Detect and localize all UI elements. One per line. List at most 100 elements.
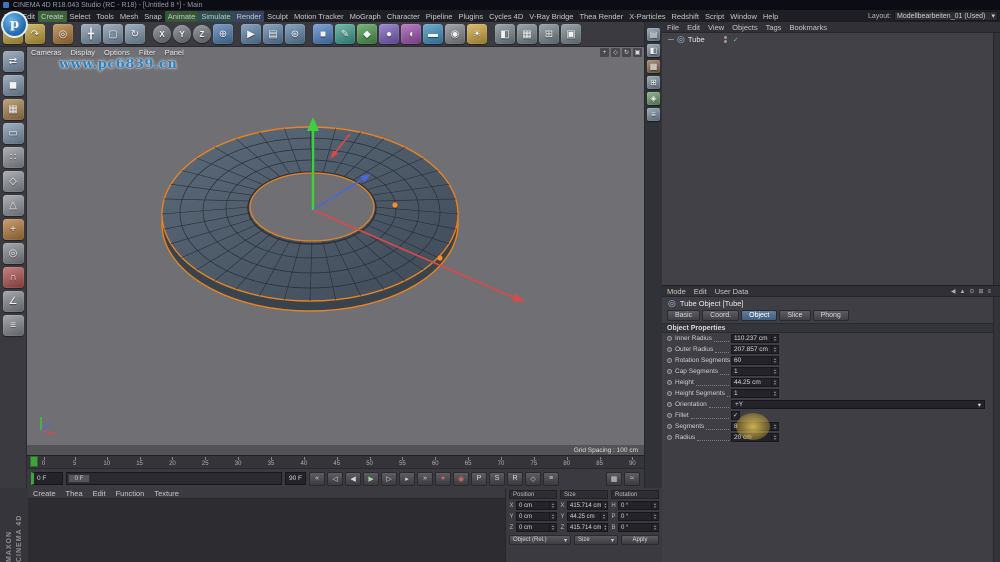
viewport-menu-item[interactable]: Cameras <box>31 48 61 57</box>
toolbar-icon[interactable] <box>47 24 51 44</box>
timeline-tick[interactable]: 20 <box>169 457 176 467</box>
parent-object-icon[interactable]: ▲ <box>959 289 965 295</box>
cube-primitive-icon[interactable]: ■ <box>313 24 333 44</box>
edges-mode-icon[interactable]: ◇ <box>2 171 24 192</box>
material-menu-item[interactable]: Thea <box>66 489 83 498</box>
property-number-field[interactable]: 207.857 cm ▴ ▾ <box>731 345 779 354</box>
spinner-icon[interactable]: ▴ ▾ <box>601 524 607 531</box>
property-number-field[interactable]: 1 ▴ ▾ <box>731 389 779 398</box>
attribute-tab[interactable]: Coord. <box>702 310 740 321</box>
spinner-icon[interactable]: ▴ ▾ <box>651 524 658 531</box>
menu-item[interactable]: Render <box>233 10 265 22</box>
enable-axis-icon[interactable]: + <box>2 219 24 240</box>
goto-start-button[interactable]: « <box>309 471 326 486</box>
spinner-icon[interactable]: ▴ ▾ <box>771 357 778 364</box>
spinner-icon[interactable]: ▴ ▾ <box>549 524 556 531</box>
record-pla-toggle[interactable]: ≡ <box>543 471 560 486</box>
lock-icon[interactable]: ⊙ <box>969 288 974 295</box>
camera-icon[interactable]: ◉ <box>445 24 465 44</box>
interactive-render-icon[interactable]: ▣ <box>561 24 581 44</box>
pen-spline-icon[interactable]: ✎ <box>335 24 355 44</box>
environment-icon[interactable]: ▬ <box>423 24 443 44</box>
menu-item[interactable]: Tools <box>93 11 117 22</box>
menu-item[interactable]: Pipeline <box>423 11 456 22</box>
spinner-icon[interactable]: ▴ ▾ <box>771 423 778 430</box>
render-picture-viewer-icon[interactable]: ▤ <box>263 24 283 44</box>
menu-item[interactable]: Window <box>727 11 760 22</box>
points-mode-icon[interactable]: ∷ <box>2 147 24 168</box>
timeline-ruler[interactable]: 0 5 10 15 20 25 30 35 40 45 50 55 60 65 70 75 80 85 90 <box>27 455 644 468</box>
menu-item[interactable]: Create <box>38 10 67 22</box>
object-manager-menu-item[interactable]: File <box>667 23 679 32</box>
lock-y-axis-icon[interactable]: Y <box>173 25 191 43</box>
end-frame-field[interactable]: 90 F <box>285 472 307 485</box>
material-menu-item[interactable]: Create <box>33 489 56 498</box>
menu-item[interactable]: Thea Render <box>576 11 626 22</box>
viewport-canvas[interactable] <box>27 47 644 455</box>
object-manager-menu-item[interactable]: Objects <box>732 23 757 32</box>
property-number-field[interactable]: 1 ▴ ▾ <box>731 367 779 376</box>
attribute-tab[interactable]: Phong <box>812 310 849 321</box>
spinner-icon[interactable]: ▴ ▾ <box>771 434 778 441</box>
menu-item[interactable]: V-Ray Bridge <box>526 11 576 22</box>
record-parameter-toggle[interactable]: ◇ <box>525 471 542 486</box>
prev-key-button[interactable]: ◁ <box>327 471 344 486</box>
panel-structure-icon[interactable]: ◧ <box>647 44 660 57</box>
timeline-tick[interactable]: 10 <box>103 457 110 467</box>
viewport-solo-icon[interactable]: ◎ <box>2 243 24 264</box>
menu-item[interactable]: X-Particles <box>626 11 668 22</box>
timeline-tick[interactable]: 90 <box>629 457 636 467</box>
scale-tool-icon[interactable]: ▢ <box>103 24 123 44</box>
timeline-tick[interactable]: 40 <box>301 457 307 467</box>
split-view-icon[interactable]: ⊞ <box>539 24 559 44</box>
parameter-handle[interactable] <box>392 202 398 208</box>
menu-item[interactable]: Sculpt <box>264 11 291 22</box>
menu-item[interactable]: Character <box>384 11 423 22</box>
keyframe-circle-icon[interactable] <box>667 336 672 341</box>
viewport-menu-item[interactable]: Display <box>70 48 95 57</box>
timeline-tick[interactable]: 0 <box>41 457 46 467</box>
next-key-button[interactable]: ▸ <box>399 471 416 486</box>
panel-material-icon[interactable]: ◈ <box>647 92 660 105</box>
spinner-icon[interactable]: ▴ ▾ <box>771 335 778 342</box>
attribute-tab[interactable]: Object <box>741 310 778 321</box>
menu-item[interactable]: Help <box>760 11 781 22</box>
deformer-icon[interactable]: ◖ <box>401 24 421 44</box>
toolbar-icon[interactable] <box>75 24 79 44</box>
live-selection-icon[interactable]: ◎ <box>53 24 73 44</box>
timeline-tick[interactable]: 30 <box>235 457 241 467</box>
lock-x-axis-icon[interactable]: X <box>153 25 171 43</box>
light-icon[interactable]: ☀ <box>467 24 487 44</box>
record-scale-toggle[interactable]: S <box>489 471 506 486</box>
keyframe-circle-icon[interactable] <box>667 413 672 418</box>
layout-dropdown[interactable]: Modellbearbeiten_01 (Used) ▾ <box>894 11 998 21</box>
timeline-tick[interactable]: 65 <box>465 457 471 467</box>
object-manager-scrollbar[interactable] <box>993 33 1000 285</box>
keyframe-circle-icon[interactable] <box>667 424 672 429</box>
coordinate-field[interactable]: 415.714 cm ▴ ▾ <box>567 523 608 532</box>
coordinate-field[interactable]: 0 ° ▴ ▾ <box>618 501 659 510</box>
snap-toggle-icon[interactable]: ∩ <box>2 267 24 288</box>
keyframe-circle-icon[interactable] <box>667 391 672 396</box>
spinner-icon[interactable]: ▴ ▾ <box>601 502 607 509</box>
timeline-tick[interactable]: 60 <box>432 457 439 467</box>
spinner-icon[interactable]: ▴ ▾ <box>549 502 556 509</box>
polygons-mode-icon[interactable]: △ <box>2 195 24 216</box>
viewport[interactable]: Cameras Display Options Filter Panel + ◇ ↻ ▣… <box>27 47 644 455</box>
visibility-dots[interactable] <box>723 36 727 43</box>
playback-options-icon[interactable]: ▦ <box>606 471 622 486</box>
texture-mode-icon[interactable]: ▦ <box>2 99 24 120</box>
record-position-toggle[interactable]: P <box>471 471 488 486</box>
pan-view-icon[interactable]: + <box>600 48 609 57</box>
property-checkbox[interactable]: ✓ <box>731 411 740 420</box>
keyframe-circle-icon[interactable] <box>667 402 672 407</box>
spinner-icon[interactable]: ▴ ▾ <box>771 390 778 397</box>
timeline-tick[interactable]: 25 <box>202 457 209 467</box>
menu-item[interactable]: Redshift <box>669 11 703 22</box>
toolbar-icon[interactable] <box>489 24 493 44</box>
model-mode-icon[interactable]: ◼ <box>2 75 24 96</box>
menu-item[interactable]: Animate <box>164 10 199 22</box>
spinner-icon[interactable]: ▴ ▾ <box>651 502 658 509</box>
display-mode-icon[interactable]: ◧ <box>495 24 515 44</box>
object-row-tube[interactable]: ◎ Tube ✓ <box>662 33 1000 46</box>
